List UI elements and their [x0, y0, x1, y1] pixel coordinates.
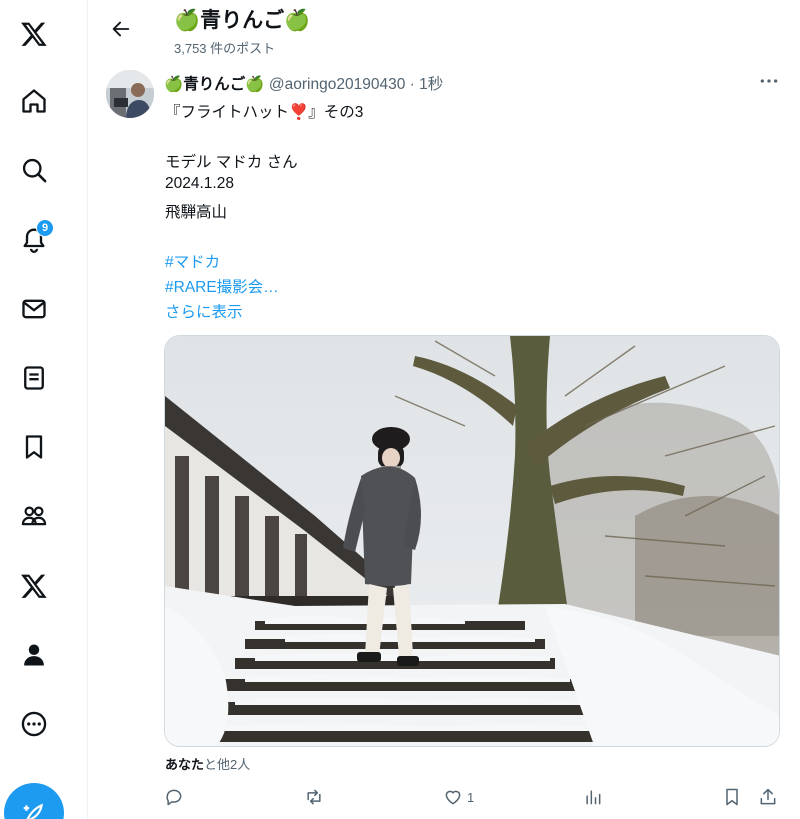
post-author-line: 🍏青りんご🍏 @aoringo20190430 · 1秒 — [164, 72, 443, 94]
post-text-line: 『フライトハット❣️』その3 — [165, 104, 364, 121]
author-avatar[interactable] — [106, 70, 154, 118]
profile-title: 🍏青りんご🍏 — [174, 9, 311, 32]
profile-icon[interactable] — [10, 631, 58, 679]
messages-icon[interactable] — [10, 285, 58, 333]
meta-separator: · — [409, 76, 415, 93]
hashtag-link[interactable]: #RARE撮影会… — [165, 275, 279, 297]
liked-by-summary[interactable]: あなたと他2人 — [165, 754, 250, 773]
post-count: 3,753 件のポスト — [174, 41, 276, 56]
lists-icon[interactable] — [10, 354, 58, 402]
more-menu-icon[interactable] — [756, 70, 782, 92]
reply-button[interactable] — [164, 786, 184, 808]
like-count: 1 — [467, 789, 475, 805]
x-logo-icon[interactable] — [10, 10, 58, 58]
compose-post-button[interactable] — [4, 783, 64, 819]
post-text-line: モデル マドカ さん — [165, 154, 298, 171]
bookmark-button[interactable] — [722, 786, 742, 808]
premium-x-icon[interactable] — [10, 562, 58, 610]
post-text-line: 飛騨高山 — [165, 204, 228, 221]
notification-count-badge: 9 — [36, 219, 54, 237]
share-button[interactable] — [758, 786, 778, 808]
view-analytics-button[interactable] — [583, 786, 603, 808]
more-options-icon[interactable] — [10, 700, 58, 748]
post-header: 🍏青りんご🍏 3,753 件のポスト — [88, 0, 800, 62]
communities-icon[interactable] — [10, 492, 58, 540]
heart-icon — [445, 790, 461, 805]
post-photo[interactable] — [164, 335, 780, 747]
share-icon — [760, 788, 776, 805]
like-button[interactable]: 1 — [443, 786, 474, 808]
search-icon[interactable] — [10, 146, 58, 194]
compose-feather-icon — [23, 803, 43, 819]
analytics-bar-icon — [586, 790, 601, 805]
post-text-line: 2024.1.28 — [165, 175, 234, 192]
home-icon[interactable] — [10, 77, 58, 125]
reply-icon — [166, 789, 182, 806]
liked-by-you: あなた — [165, 757, 205, 772]
bookmarks-icon[interactable] — [10, 423, 58, 471]
notifications-icon[interactable]: 9 — [10, 215, 58, 263]
liked-by-others: と他2人 — [204, 757, 251, 772]
bookmark-icon — [726, 788, 738, 806]
post-timestamp[interactable]: 1秒 — [419, 76, 443, 93]
repost-icon — [307, 789, 321, 805]
repost-button[interactable] — [304, 786, 324, 808]
show-more-link[interactable]: さらに表示 — [165, 300, 243, 322]
side-navigation: 9 — [0, 0, 88, 819]
author-handle[interactable]: @aoringo20190430 — [269, 76, 405, 93]
author-name[interactable]: 🍏青りんご🍏 — [164, 76, 265, 93]
back-arrow-icon[interactable] — [104, 12, 138, 46]
hashtag-link[interactable]: #マドカ — [165, 250, 220, 272]
